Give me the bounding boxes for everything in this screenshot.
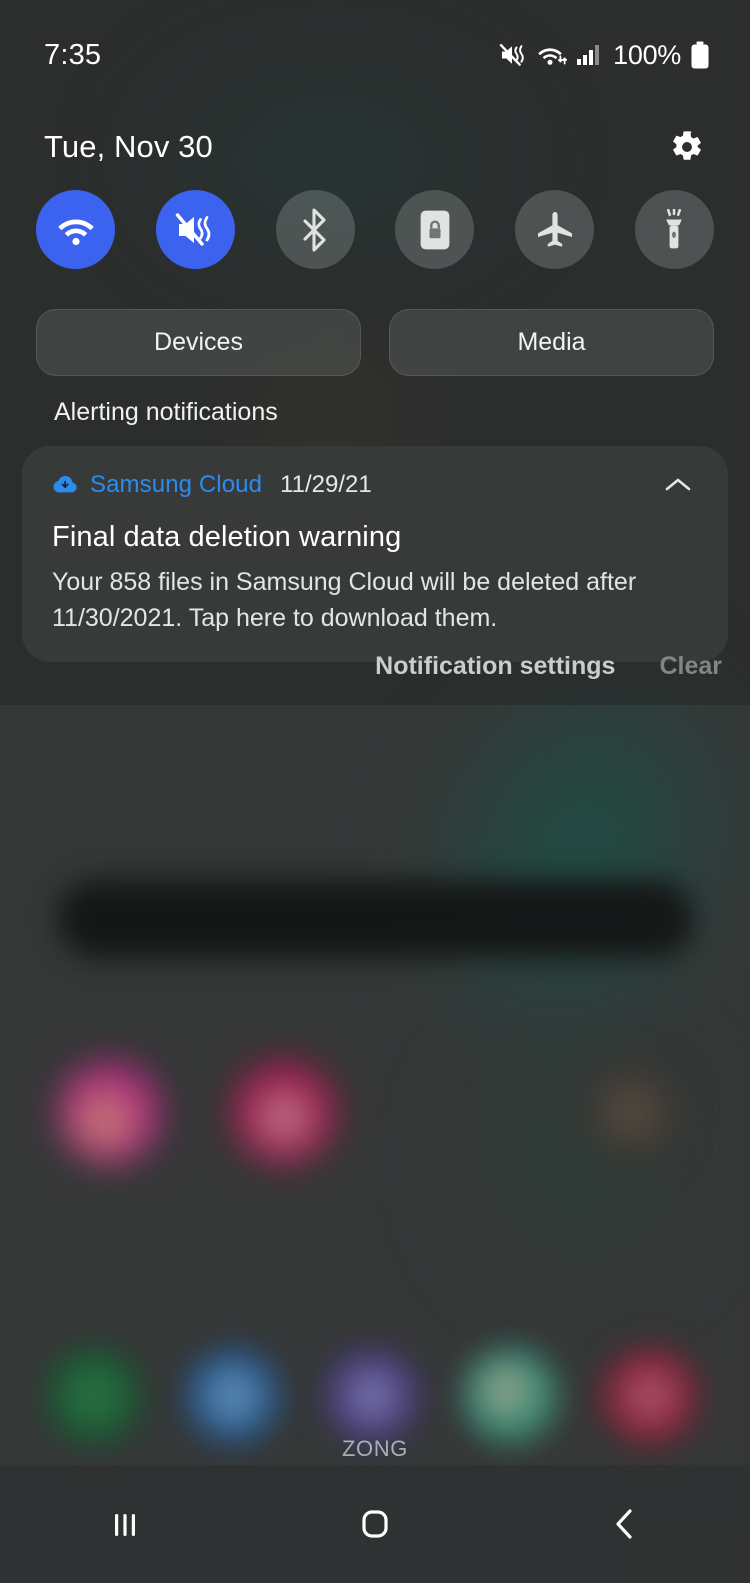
toggle-airplane-mode[interactable]: [515, 190, 595, 269]
status-icons: 100%: [499, 40, 710, 71]
rotation-lock-icon: [418, 209, 452, 251]
battery-percent-label: 100%: [613, 39, 681, 70]
clear-notifications-button[interactable]: Clear: [659, 652, 722, 681]
notification-body: Your 858 files in Samsung Cloud will be …: [52, 568, 637, 632]
toggle-bluetooth[interactable]: [275, 190, 355, 269]
mute-vibrate-icon: [499, 42, 528, 68]
home-icon[interactable]: [315, 1485, 435, 1563]
airplane-icon: [535, 210, 575, 250]
notification-title: Final data deletion warning: [52, 521, 402, 553]
shade-segment-buttons: Devices Media: [36, 309, 714, 376]
wifi-icon: [54, 212, 98, 248]
status-bar: 7:35 100%: [0, 0, 750, 110]
toggle-auto-rotate[interactable]: [395, 190, 475, 269]
shade-header: Tue, Nov 30: [0, 112, 750, 182]
status-clock: 7:35: [44, 38, 102, 71]
quick-settings-toggles: [36, 190, 714, 269]
recents-icon[interactable]: [65, 1485, 185, 1563]
toggle-wifi[interactable]: [36, 190, 115, 269]
bluetooth-icon: [296, 207, 334, 252]
navigation-bar: [0, 1465, 750, 1583]
carrier-label: ZONG: [342, 1436, 408, 1461]
devices-button[interactable]: Devices: [36, 309, 361, 376]
blurred-app-icon: [58, 1060, 162, 1164]
blurred-dock-icon: [185, 1348, 281, 1444]
notification-settings-button[interactable]: Notification settings: [375, 652, 615, 681]
toggle-flashlight[interactable]: [634, 190, 714, 269]
notification-header: Samsung Cloud 11/29/21: [52, 468, 698, 502]
gear-icon[interactable]: [666, 126, 708, 168]
cloud-download-icon: [52, 472, 78, 498]
blurred-app-icon: [232, 1060, 336, 1164]
android-notification-shade: 7:35 100% Tue, Nov 30 Devices Media Aler…: [0, 0, 750, 1583]
notification-app-name: Samsung Cloud: [90, 471, 263, 498]
blurred-dock-icon: [463, 1348, 559, 1444]
shade-date: Tue, Nov 30: [44, 129, 213, 164]
notification-card[interactable]: Samsung Cloud 11/29/21 Final data deleti…: [22, 446, 728, 662]
blurred-app-icon: [580, 1060, 684, 1164]
mute-icon: [174, 210, 216, 250]
media-button[interactable]: Media: [389, 309, 714, 376]
notification-section-header: Alerting notifications: [54, 398, 278, 426]
blurred-search-bar: [58, 880, 694, 958]
notification-action-row: Notification settings Clear: [375, 652, 722, 681]
battery-icon: [690, 41, 710, 69]
blurred-dock-icon: [46, 1348, 142, 1444]
blurred-dock-icon: [602, 1348, 698, 1444]
back-icon[interactable]: [565, 1485, 685, 1563]
wifi-data-icon: [537, 42, 568, 68]
cellular-signal-icon: [576, 42, 602, 68]
flashlight-icon: [657, 208, 691, 251]
notification-timestamp: 11/29/21: [280, 471, 372, 498]
blurred-dock-icon: [324, 1348, 420, 1444]
toggle-sound-mode[interactable]: [155, 190, 235, 269]
chevron-up-icon[interactable]: [658, 468, 698, 502]
